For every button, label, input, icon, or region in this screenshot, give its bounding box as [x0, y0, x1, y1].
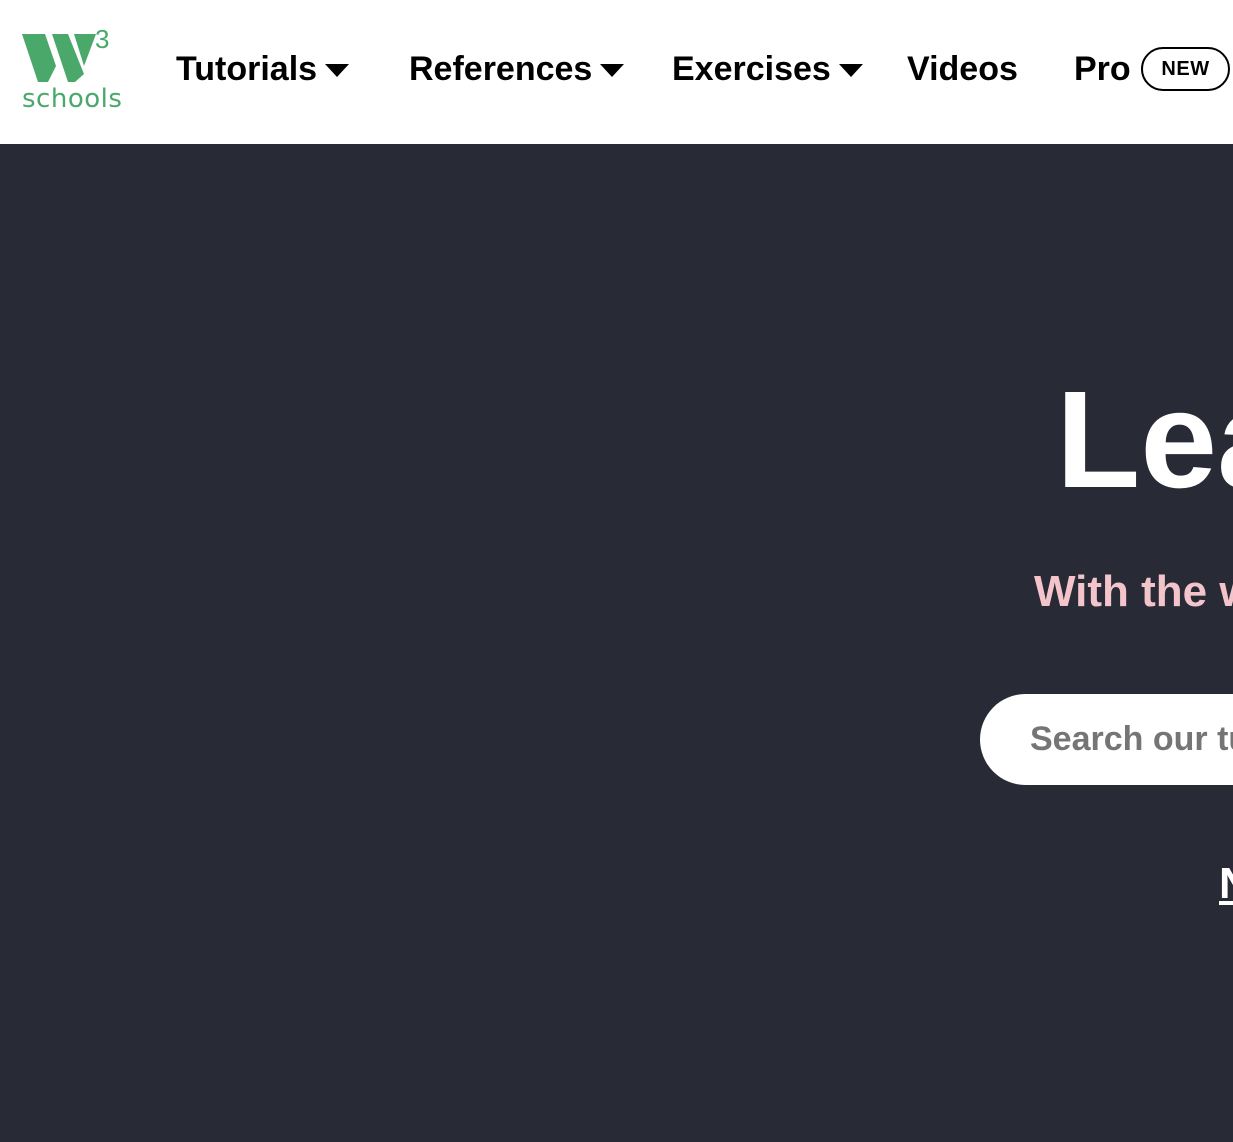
w3schools-logo[interactable]: 3 schools [22, 24, 122, 114]
search-box [980, 694, 1233, 785]
nav-videos-label: Videos [907, 50, 1018, 88]
hero-title: Lea [1056, 363, 1233, 517]
logo-superscript: 3 [95, 24, 110, 54]
caret-down-icon [600, 63, 625, 77]
new-badge: NEW [1141, 47, 1230, 91]
hero-subtitle: With the w [1034, 567, 1233, 616]
page: 3 schools Tutorials References Exercises… [0, 0, 1233, 1142]
caret-down-icon [838, 63, 863, 77]
nav-tutorials-label: Tutorials [176, 50, 318, 88]
nav-references-menu[interactable]: References [409, 46, 625, 92]
w3-logo-mark-icon [22, 34, 96, 82]
nav-pro-label: Pro [1074, 50, 1131, 88]
caret-down-icon [325, 63, 350, 77]
nav-videos-link[interactable]: Videos [907, 46, 1018, 92]
nav-pro-link[interactable]: Pro [1074, 46, 1131, 92]
nav-exercises-label: Exercises [672, 50, 831, 88]
search-input[interactable] [980, 694, 1233, 785]
nav-references-label: References [409, 50, 593, 88]
hero-link[interactable]: N [1219, 858, 1233, 910]
logo-wordmark: schools [22, 84, 123, 114]
top-navigation-bar: 3 schools Tutorials References Exercises… [0, 0, 1233, 144]
nav-exercises-menu[interactable]: Exercises [672, 46, 863, 92]
nav-tutorials-menu[interactable]: Tutorials [176, 46, 350, 92]
